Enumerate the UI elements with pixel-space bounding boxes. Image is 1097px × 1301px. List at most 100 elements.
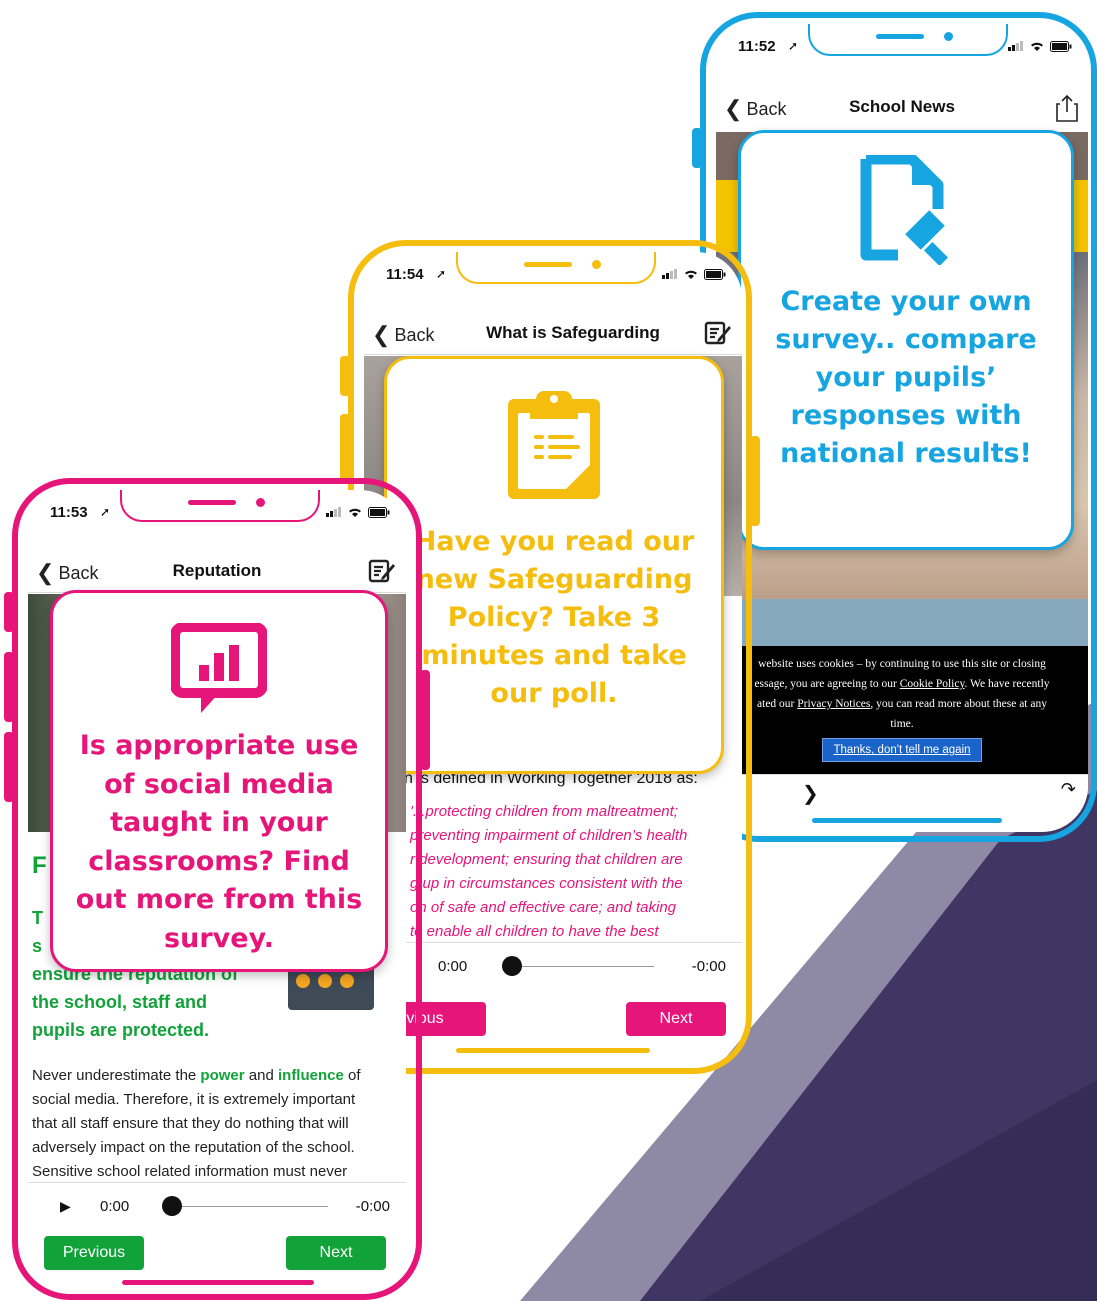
audio-player: ▶ 0:00 -0:00 (28, 1182, 406, 1229)
paragraph-line: Sensitive school related information mus… (32, 1163, 348, 1180)
green-line-2: the school, staff and (32, 992, 208, 1012)
phone-side-button (750, 436, 760, 526)
browser-toolbar: ❯ ↷ (716, 774, 1088, 813)
phone-notch (808, 24, 1008, 56)
status-time: 11:52 (738, 38, 776, 55)
notch-camera (256, 498, 265, 507)
paragraph-line: adversely impact on the reputation of th… (32, 1139, 355, 1156)
phone-side-button (4, 592, 14, 632)
quote-block: '...protecting children from maltreatmen… (410, 800, 687, 944)
phone-notch (456, 252, 656, 284)
phone-school-news: 11:52 ➚ ❮ Back School News website uses … (692, 12, 1097, 842)
home-indicator (122, 1280, 314, 1285)
home-indicator (456, 1048, 650, 1053)
page-title: Reputation (172, 561, 262, 580)
previous-button[interactable]: Previous (44, 1236, 144, 1270)
cookie-accept-button[interactable]: Thanks, don't tell me again (822, 738, 982, 762)
paragraph-line: social media. Therefore, it is extremely… (32, 1091, 356, 1108)
next-button[interactable]: Next (626, 1002, 726, 1036)
section-heading: F (32, 852, 47, 879)
quote-line: r development; ensuring that children ar… (410, 851, 683, 868)
play-icon[interactable]: ▶ (60, 1198, 71, 1215)
audio-track[interactable] (514, 966, 654, 967)
battery-icon (704, 268, 726, 280)
chevron-left-icon: ❮ (372, 322, 391, 347)
location-arrow-icon: ➚ (100, 505, 111, 519)
phone-side-button (4, 732, 14, 802)
quote-line: on of safe and effective care; and takin… (410, 899, 677, 916)
cookie-line-1: website uses cookies – by continuing to … (758, 658, 1046, 670)
edit-note-icon[interactable] (704, 320, 732, 346)
signal-icon (1008, 41, 1023, 51)
chevron-right-icon[interactable]: ❯ (802, 781, 819, 805)
quote-line: g up in circumstances consistent with th… (410, 875, 683, 892)
bar-chart-icon (171, 623, 267, 713)
page-title: School News (849, 97, 955, 116)
phone-side-button (4, 652, 14, 722)
paragraph-line-1: Never underestimate the power and influe… (32, 1067, 361, 1084)
quote-line: preventing impairment of children’s heal… (410, 827, 688, 844)
audio-remaining-time: -0:00 (355, 1197, 390, 1215)
refresh-icon[interactable]: ↷ (1061, 779, 1076, 800)
poll-card-text: Have you read our new Safeguarding Polic… (413, 526, 695, 709)
wifi-icon (685, 270, 697, 279)
status-icons (662, 268, 726, 280)
status-icons (326, 506, 390, 518)
wifi-icon (1031, 42, 1043, 51)
clipboard-icon (508, 391, 600, 499)
cookie-policy-link[interactable]: Cookie Policy (900, 678, 965, 690)
green-line-3: pupils are protected. (32, 1020, 210, 1040)
location-arrow-icon: ➚ (788, 39, 799, 53)
audio-current-time: 0:00 (438, 957, 468, 975)
phone-side-button (340, 414, 350, 484)
audio-scrubber[interactable] (502, 956, 522, 976)
status-time: 11:53 (50, 504, 88, 521)
survey-card-text: Is appropriate use of social media taugh… (75, 730, 363, 954)
status-time: 11:54 (386, 266, 424, 283)
social-media-survey-card[interactable]: Is appropriate use of social media taugh… (50, 590, 388, 972)
audio-track[interactable] (174, 1206, 328, 1207)
poll-promo-card[interactable]: Have you read our new Safeguarding Polic… (384, 356, 724, 774)
battery-icon (1050, 40, 1072, 52)
signal-icon (326, 507, 341, 517)
edit-note-icon[interactable] (368, 558, 396, 584)
phone-side-button (692, 128, 702, 168)
wifi-icon (349, 508, 361, 517)
navbar: ❮ Back What is Safeguarding (364, 314, 742, 355)
cookie-line-3: ated our Privacy Notices, you can read m… (757, 698, 1047, 710)
home-indicator (812, 818, 1002, 823)
phone-side-button (340, 356, 350, 396)
phone-side-button (420, 670, 430, 770)
next-button[interactable]: Next (286, 1236, 386, 1270)
privacy-notices-link[interactable]: Privacy Notices (797, 698, 870, 710)
green-peek-s: s (32, 936, 43, 956)
location-arrow-icon: ➚ (436, 267, 447, 281)
audio-current-time: 0:00 (100, 1197, 130, 1215)
navbar: ❮ Back Reputation (28, 552, 406, 593)
notch-camera (592, 260, 601, 269)
audio-remaining-time: -0:00 (691, 957, 726, 975)
battery-icon (368, 506, 390, 518)
document-search-icon (860, 155, 949, 265)
phone-reputation: 11:53 ➚ ❮ Back Reputation F T s ensure t… (4, 478, 430, 1300)
share-icon[interactable] (1056, 94, 1078, 122)
notch-speaker (524, 262, 572, 267)
highlight-power: power (200, 1067, 245, 1084)
signal-icon (662, 269, 677, 279)
phone-notch (120, 490, 320, 522)
status-icons (1008, 40, 1072, 52)
notch-camera (944, 32, 953, 41)
notch-speaker (876, 34, 924, 39)
cookie-banner: website uses cookies – by continuing to … (716, 646, 1088, 774)
page-title: What is Safeguarding (486, 323, 660, 342)
article-paragraph: Never underestimate the power and influe… (32, 1064, 402, 1184)
survey-promo-card[interactable]: Create your own survey.. compare your pu… (738, 130, 1074, 550)
quote-line: '...protecting children from maltreatmen… (410, 803, 678, 820)
cookie-line-4: time. (890, 718, 914, 730)
paragraph-line: that all staff ensure that they do nothi… (32, 1115, 349, 1132)
audio-scrubber[interactable] (162, 1196, 182, 1216)
quote-line: to enable all children to have the best (410, 923, 659, 940)
green-peek-t: T (32, 908, 43, 928)
navbar: ❮ Back School News (716, 88, 1088, 128)
notch-speaker (188, 500, 236, 505)
